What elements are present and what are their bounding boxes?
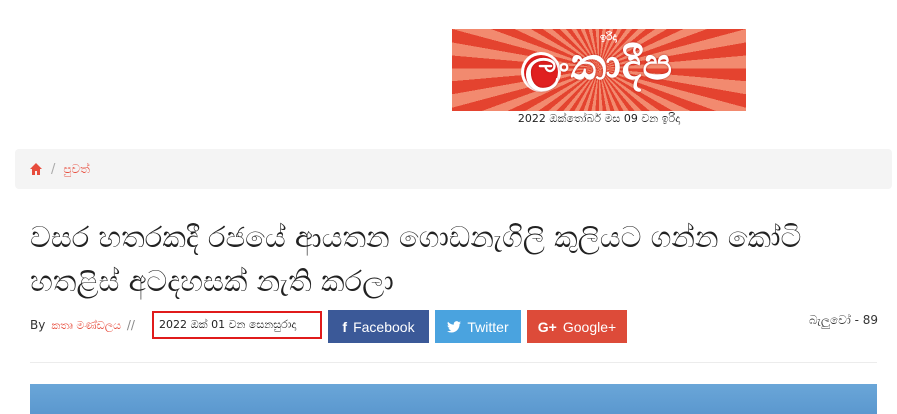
facebook-icon: f (342, 318, 348, 335)
home-icon[interactable] (29, 162, 43, 176)
breadcrumb-separator: / (51, 161, 56, 177)
google-plus-icon: G+ (537, 318, 557, 335)
twitter-share-button[interactable]: Twitter (435, 310, 521, 343)
breadcrumb-item-news[interactable]: පුවත් (63, 162, 90, 177)
article-image (30, 384, 877, 414)
twitter-icon (447, 320, 462, 333)
article-date-text: 2022 ඔක් 01 වන සෙනසුරාදා (159, 318, 297, 331)
google-plus-share-button[interactable]: G+ Google+ (527, 310, 627, 343)
meta-separator: // (126, 318, 135, 332)
view-count: බැලුවෝ - 89 (808, 313, 878, 327)
edition-date: 2022 ඔක්තෝබර් මස 09 වන ඉරිදා (517, 112, 681, 125)
author-link[interactable]: කතෘ මණ්ඩලය (51, 319, 121, 332)
by-label: By (30, 318, 46, 332)
google-plus-label: Google+ (562, 318, 617, 335)
article-title: වසර හතරකදී රජයේ ආයතන ගොඩනැගිලි කුලියට ගන… (30, 220, 802, 298)
breadcrumb: / පුවත් (15, 149, 892, 189)
twitter-label: Twitter (467, 318, 509, 335)
article-meta: By කතෘ මණ්ඩලය // (30, 318, 137, 333)
facebook-label: Facebook (353, 318, 415, 335)
site-logo[interactable]: ඉරිදා ලංකාදීප (452, 29, 746, 111)
article-date: 2022 ඔක් 01 වන සෙනසුරාදා (152, 311, 322, 339)
facebook-share-button[interactable]: f Facebook (328, 310, 429, 343)
divider (30, 362, 877, 363)
logo-text: ලංකාදීප (524, 39, 674, 90)
